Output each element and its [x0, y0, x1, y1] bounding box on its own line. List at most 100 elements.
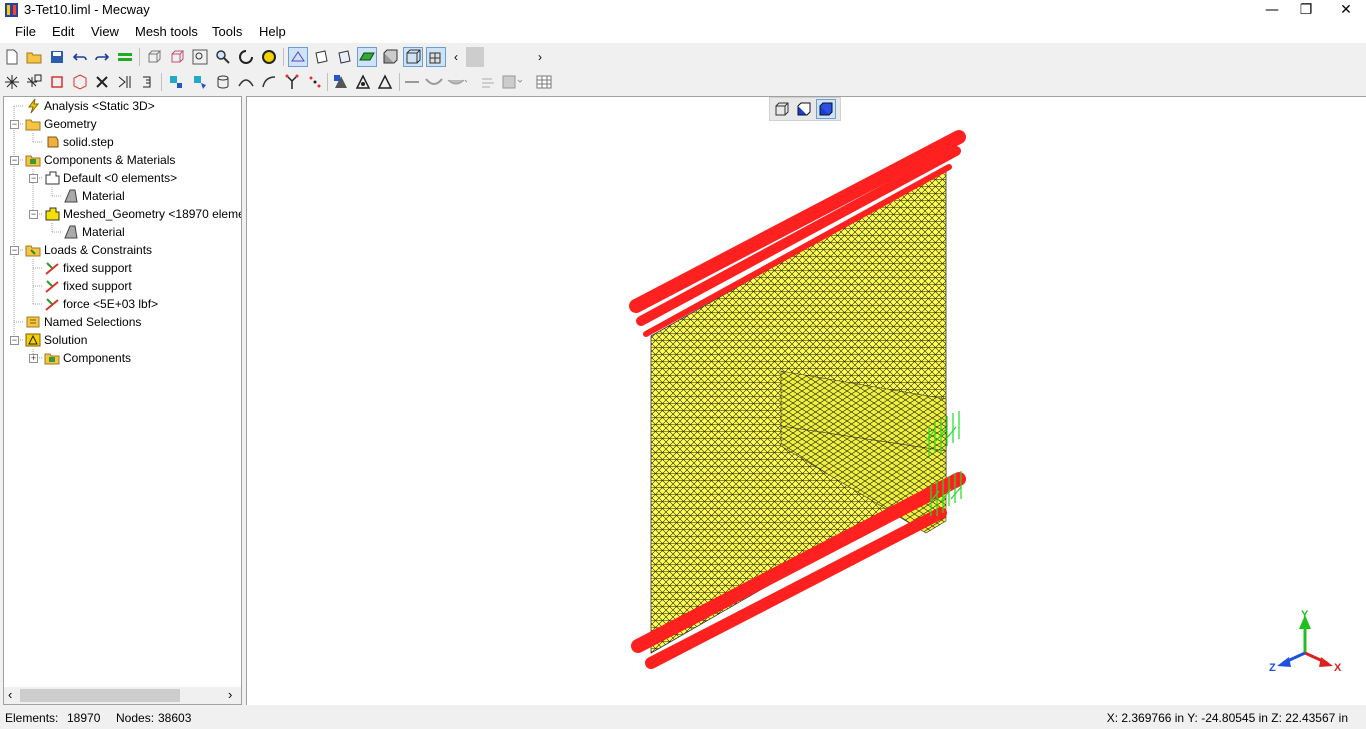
- curve-icon[interactable]: [236, 72, 256, 92]
- lightning-icon: [28, 98, 40, 114]
- zoom-icon[interactable]: [213, 47, 233, 67]
- zoom-fit-icon[interactable]: [190, 47, 210, 67]
- toolbar-scroll-right[interactable]: ›: [534, 47, 546, 67]
- render-mode-toolbar: [769, 97, 841, 121]
- separator: [327, 73, 328, 91]
- open-folder-icon[interactable]: [24, 47, 44, 67]
- select-box-icon[interactable]: [311, 47, 331, 67]
- tree-item-material-default[interactable]: Material: [63, 187, 125, 205]
- undo-icon[interactable]: [70, 47, 90, 67]
- new-file-icon[interactable]: [2, 47, 22, 67]
- cross-delete-icon[interactable]: [92, 72, 112, 92]
- triangle-a-icon[interactable]: [353, 72, 373, 92]
- tree-item-components-materials[interactable]: Components & Materials: [25, 151, 175, 169]
- branch-icon[interactable]: [282, 72, 302, 92]
- axis-x-label: X: [1334, 662, 1342, 674]
- tree-item-fixed-support-2[interactable]: fixed support: [44, 277, 132, 295]
- scroll-left-arrow[interactable]: ‹: [8, 687, 12, 702]
- tree-item-named-selections[interactable]: Named Selections: [25, 313, 141, 331]
- equals-icon[interactable]: [115, 47, 135, 67]
- node-sel-icon[interactable]: [166, 72, 186, 92]
- tree-item-default[interactable]: Default <0 elements>: [44, 169, 177, 187]
- tree-item-meshed-geometry[interactable]: Meshed_Geometry <18970 elements>: [44, 205, 241, 223]
- collapse-geometry[interactable]: −: [10, 120, 19, 129]
- collapse-components[interactable]: −: [10, 156, 19, 165]
- loads-folder-icon: [25, 245, 41, 257]
- material-icon: [64, 225, 78, 239]
- scroll-right-arrow[interactable]: ›: [228, 687, 232, 702]
- select-face-icon[interactable]: [334, 47, 354, 67]
- dots-icon[interactable]: [305, 72, 325, 92]
- expand-solution-components[interactable]: +: [29, 354, 38, 363]
- table-icon[interactable]: [534, 72, 554, 92]
- model-canvas[interactable]: Y X Z: [247, 97, 1366, 705]
- tree-label: Meshed_Geometry <18970 elements>: [63, 207, 241, 221]
- triangle-icon[interactable]: [375, 72, 395, 92]
- menu-tools[interactable]: Tools: [212, 24, 242, 39]
- tree-item-force[interactable]: force <5E+03 lbf>: [44, 295, 158, 313]
- node-icon[interactable]: [2, 72, 22, 92]
- bracket-icon[interactable]: [138, 72, 158, 92]
- rotate-icon[interactable]: [236, 47, 256, 67]
- part-icon: [47, 136, 59, 148]
- tree-item-solid-step[interactable]: solid.step: [44, 133, 114, 151]
- tree-item-loads-constraints[interactable]: Loads & Constraints: [25, 241, 152, 259]
- tree-item-solution[interactable]: Solution: [25, 331, 87, 349]
- shaded-green-icon[interactable]: [357, 47, 377, 67]
- tree-label: fixed support: [63, 261, 132, 275]
- close-button[interactable]: ✕: [1326, 0, 1366, 21]
- status-bar: Elements: 18970 Nodes: 38603 X: 2.369766…: [0, 706, 1366, 729]
- shaded-view-icon[interactable]: [794, 99, 814, 119]
- scroll-thumb[interactable]: [20, 689, 180, 702]
- wire-view-icon[interactable]: [772, 99, 792, 119]
- node-add-icon[interactable]: [24, 72, 44, 92]
- menu-mesh-tools[interactable]: Mesh tools: [135, 24, 198, 39]
- menu-view[interactable]: View: [91, 24, 119, 39]
- tree-horizontal-scrollbar[interactable]: ‹ ›: [4, 687, 241, 704]
- model-tree[interactable]: − − − − − − + Analysis <Static 3D> Geome…: [3, 96, 242, 705]
- cube-icon[interactable]: [70, 72, 90, 92]
- separator: [161, 73, 162, 91]
- menu-help[interactable]: Help: [259, 24, 286, 39]
- tree-label: Material: [82, 225, 125, 239]
- separator: [399, 73, 400, 91]
- view-box2-icon[interactable]: [167, 47, 187, 67]
- pan-icon[interactable]: [259, 47, 279, 67]
- fixed-support-icon: [45, 280, 59, 293]
- restore-button[interactable]: ❐: [1286, 0, 1326, 21]
- collapse-default[interactable]: −: [29, 174, 38, 183]
- save-icon[interactable]: [47, 47, 67, 67]
- collapse-loads[interactable]: −: [10, 246, 19, 255]
- menu-file[interactable]: File: [15, 24, 36, 39]
- solid-view-icon[interactable]: [816, 99, 836, 119]
- tree-item-solution-components[interactable]: Components: [44, 349, 131, 367]
- triangle-fill-icon[interactable]: [331, 72, 351, 92]
- split-icon[interactable]: [115, 72, 135, 92]
- tree-item-material-meshed[interactable]: Material: [63, 223, 125, 241]
- tree-label: Components & Materials: [44, 153, 176, 167]
- mesh-cube-icon[interactable]: [426, 47, 446, 67]
- grid-icon: [502, 72, 522, 92]
- arrows-icon: [478, 72, 498, 92]
- toolbar-scroll-thumb[interactable]: [466, 47, 484, 67]
- dish-icon: [447, 72, 467, 92]
- tree-item-geometry[interactable]: Geometry: [25, 115, 97, 133]
- wire-cube-icon[interactable]: [403, 47, 423, 67]
- tree-item-analysis[interactable]: Analysis <Static 3D>: [25, 97, 155, 115]
- collapse-meshed-geometry[interactable]: −: [29, 210, 38, 219]
- arc-icon[interactable]: [259, 72, 279, 92]
- view-box-icon[interactable]: [144, 47, 164, 67]
- 3d-viewport[interactable]: Y X Z: [246, 96, 1366, 705]
- face-sel-icon[interactable]: [190, 72, 210, 92]
- tree-label: Geometry: [44, 117, 97, 131]
- square-icon[interactable]: [47, 72, 67, 92]
- collapse-solution[interactable]: −: [10, 336, 19, 345]
- cylinder-icon[interactable]: [213, 72, 233, 92]
- redo-icon[interactable]: [92, 47, 112, 67]
- menu-edit[interactable]: Edit: [52, 24, 74, 39]
- tree-item-fixed-support-1[interactable]: fixed support: [44, 259, 132, 277]
- shaded-grey-icon[interactable]: [380, 47, 400, 67]
- toolbar-scroll-left[interactable]: ‹: [450, 47, 462, 67]
- wireframe-sel-icon[interactable]: [288, 47, 308, 67]
- named-selections-icon: [26, 316, 40, 328]
